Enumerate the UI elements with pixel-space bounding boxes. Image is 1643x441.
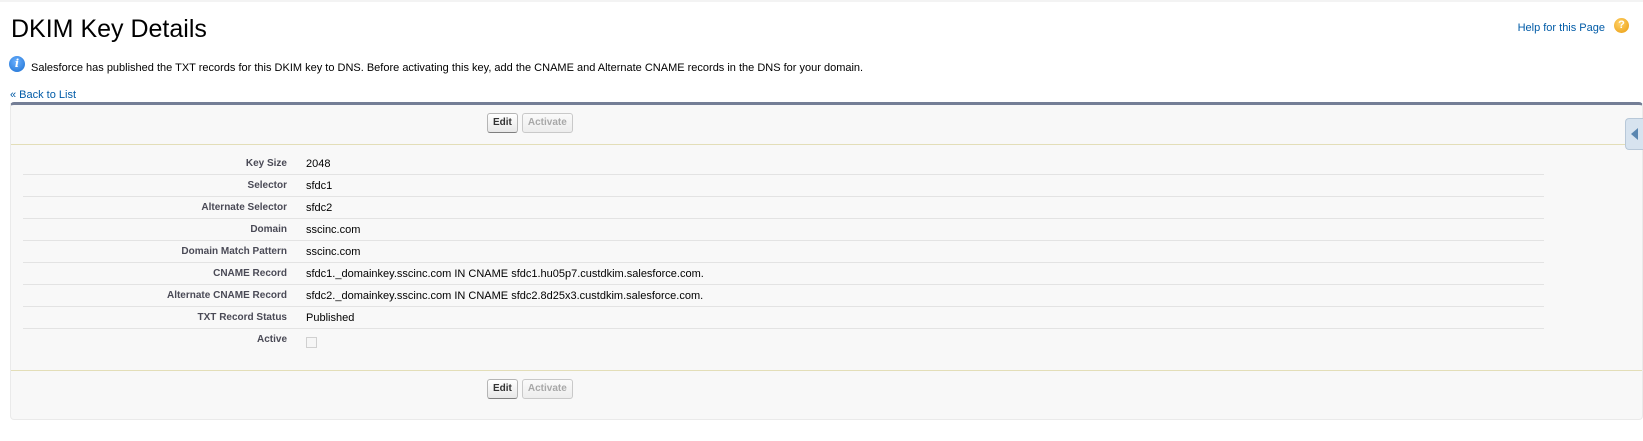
field-label: TXT Record Status bbox=[197, 312, 287, 323]
top-button-group: Edit Activate bbox=[487, 113, 573, 133]
sidebar-collapse-tab[interactable] bbox=[1625, 118, 1643, 150]
field-label: CNAME Record bbox=[213, 268, 287, 279]
back-to-list-link[interactable]: « Back to List bbox=[10, 89, 76, 101]
collapse-arrow-icon bbox=[1631, 128, 1638, 140]
top-button-row: Edit Activate bbox=[11, 105, 1642, 145]
help-link[interactable]: Help for this Page bbox=[1518, 22, 1605, 34]
field-label: Selector bbox=[247, 180, 287, 191]
field-value: sfdc2 bbox=[306, 202, 333, 214]
field-row-key-size: Key Size 2048 bbox=[23, 153, 1544, 175]
field-row-selector: Selector sfdc1 bbox=[23, 175, 1544, 197]
field-row-active: Active bbox=[23, 329, 1544, 355]
edit-button[interactable]: Edit bbox=[487, 113, 518, 133]
detail-panel: Edit Activate Key Size 2048 Selector sfd… bbox=[10, 102, 1643, 420]
field-label: Domain bbox=[250, 224, 287, 235]
field-label: Alternate CNAME Record bbox=[166, 290, 287, 301]
field-value: sscinc.com bbox=[306, 224, 361, 236]
detail-fields: Key Size 2048 Selector sfdc1 Alternate S… bbox=[23, 153, 1544, 355]
field-value: 2048 bbox=[306, 158, 331, 170]
top-divider bbox=[0, 0, 1643, 2]
field-row-alternate-selector: Alternate Selector sfdc2 bbox=[23, 197, 1544, 219]
field-value: sscinc.com bbox=[306, 246, 361, 258]
help-icon[interactable]: ? bbox=[1614, 18, 1629, 33]
page-title: DKIM Key Details bbox=[11, 15, 207, 43]
field-row-alternate-cname-record: Alternate CNAME Record sfdc2._domainkey.… bbox=[23, 285, 1544, 307]
field-value: sfdc1 bbox=[306, 180, 333, 192]
field-row-txt-record-status: TXT Record Status Published bbox=[23, 307, 1544, 329]
field-label: Alternate Selector bbox=[201, 202, 287, 213]
field-label: Active bbox=[256, 334, 287, 345]
field-row-domain: Domain sscinc.com bbox=[23, 219, 1544, 241]
bottom-button-row: Edit Activate bbox=[11, 370, 1642, 410]
field-row-domain-match-pattern: Domain Match Pattern sscinc.com bbox=[23, 241, 1544, 263]
field-value: sfdc1._domainkey.sscinc.com IN CNAME sfd… bbox=[306, 268, 704, 280]
active-checkbox bbox=[306, 337, 317, 348]
field-value: sfdc2._domainkey.sscinc.com IN CNAME sfd… bbox=[306, 290, 704, 302]
page: DKIM Key Details Help for this Page ? i … bbox=[0, 0, 1643, 441]
activate-button[interactable]: Activate bbox=[521, 379, 573, 399]
info-message: i Salesforce has published the TXT recor… bbox=[9, 56, 864, 74]
field-label: Domain Match Pattern bbox=[181, 246, 287, 257]
edit-button[interactable]: Edit bbox=[487, 379, 518, 399]
field-label: Key Size bbox=[245, 158, 287, 169]
field-value: Published bbox=[306, 312, 355, 324]
bottom-button-group: Edit Activate bbox=[487, 379, 573, 399]
activate-button[interactable]: Activate bbox=[521, 113, 573, 133]
field-value bbox=[287, 329, 317, 355]
info-icon: i bbox=[9, 56, 25, 72]
field-row-cname-record: CNAME Record sfdc1._domainkey.sscinc.com… bbox=[23, 263, 1544, 285]
info-message-text: Salesforce has published the TXT records… bbox=[31, 62, 864, 74]
